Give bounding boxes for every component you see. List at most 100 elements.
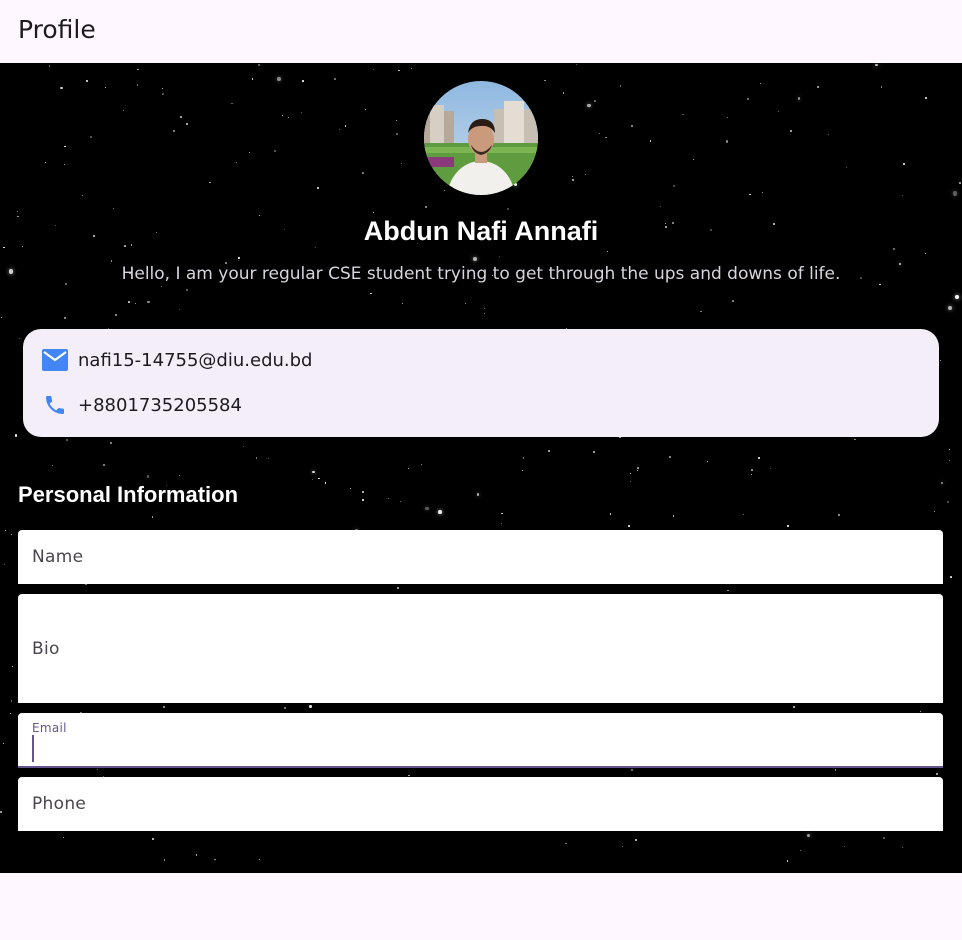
star <box>827 133 829 136</box>
star <box>364 109 367 111</box>
star <box>444 189 446 191</box>
star <box>838 514 841 517</box>
star <box>162 87 164 90</box>
star <box>396 587 399 589</box>
avatar <box>424 81 538 195</box>
star <box>317 187 319 189</box>
star <box>349 488 351 490</box>
star <box>483 312 486 315</box>
star <box>757 457 760 460</box>
star <box>277 76 281 81</box>
star <box>0 811 3 814</box>
star <box>599 132 600 134</box>
star <box>12 666 14 668</box>
star <box>400 162 403 165</box>
star <box>924 97 927 100</box>
star <box>952 191 958 196</box>
star <box>948 449 951 451</box>
phone-field[interactable]: Phone <box>18 777 943 831</box>
star <box>629 481 632 483</box>
star <box>605 136 607 139</box>
star <box>880 86 883 88</box>
star <box>571 176 573 178</box>
star <box>161 93 164 96</box>
star <box>792 706 795 709</box>
star <box>396 119 398 121</box>
star <box>750 474 752 476</box>
star <box>123 110 125 112</box>
star <box>693 158 695 160</box>
star <box>609 512 612 515</box>
star <box>919 711 921 713</box>
star <box>136 84 139 87</box>
star <box>950 576 952 578</box>
star <box>727 589 729 592</box>
star <box>134 302 136 304</box>
star <box>659 205 661 207</box>
star <box>401 303 403 305</box>
star <box>288 116 290 118</box>
app-bar: Profile <box>0 0 962 63</box>
star <box>0 317 2 319</box>
star <box>309 705 312 708</box>
star <box>18 337 20 339</box>
star <box>845 167 847 169</box>
star <box>548 450 550 452</box>
star <box>312 478 314 481</box>
star <box>178 474 180 476</box>
contact-email: nafi15-14755@diu.edu.bd <box>78 349 313 371</box>
email-field[interactable]: Email <box>18 713 943 768</box>
star <box>17 210 19 212</box>
star <box>314 247 316 249</box>
bio-field[interactable]: Bio <box>18 594 943 703</box>
contact-phone-row[interactable]: +8801735205584 <box>41 390 242 420</box>
star <box>398 69 400 72</box>
star <box>522 457 525 459</box>
star <box>631 124 634 127</box>
star <box>777 111 780 113</box>
name-field[interactable]: Name <box>18 530 943 584</box>
contact-email-row[interactable]: nafi15-14755@diu.edu.bd <box>41 345 312 375</box>
star <box>137 68 139 70</box>
star <box>173 130 175 132</box>
star <box>268 457 270 459</box>
star <box>147 300 150 303</box>
star <box>86 79 89 82</box>
star <box>81 194 84 197</box>
star <box>362 171 365 174</box>
star <box>593 99 596 102</box>
star <box>90 136 92 138</box>
star <box>576 63 578 65</box>
star <box>522 470 524 472</box>
star <box>587 103 591 107</box>
star <box>102 464 105 467</box>
star <box>214 858 217 861</box>
star <box>607 250 608 252</box>
star <box>746 98 749 100</box>
star <box>882 836 885 839</box>
star <box>751 468 753 471</box>
star <box>636 466 639 469</box>
star <box>151 837 154 841</box>
star <box>959 182 962 185</box>
star <box>146 475 150 478</box>
star <box>901 846 903 848</box>
star <box>424 205 427 208</box>
contact-card: nafi15-14755@diu.edu.bd +8801735205584 <box>23 329 939 437</box>
star <box>901 194 903 196</box>
star <box>875 63 878 67</box>
star <box>939 359 941 361</box>
star <box>879 283 881 286</box>
star <box>672 515 675 517</box>
star <box>163 859 165 861</box>
star <box>948 459 950 461</box>
star <box>628 525 630 528</box>
star <box>318 477 320 479</box>
profile-name: Abdun Nafi Annafi <box>363 216 599 246</box>
star <box>238 259 240 262</box>
star <box>498 255 500 257</box>
star <box>387 497 390 500</box>
page-title: Profile <box>18 15 96 44</box>
phone-field-label: Phone <box>32 794 87 814</box>
star <box>817 86 819 89</box>
